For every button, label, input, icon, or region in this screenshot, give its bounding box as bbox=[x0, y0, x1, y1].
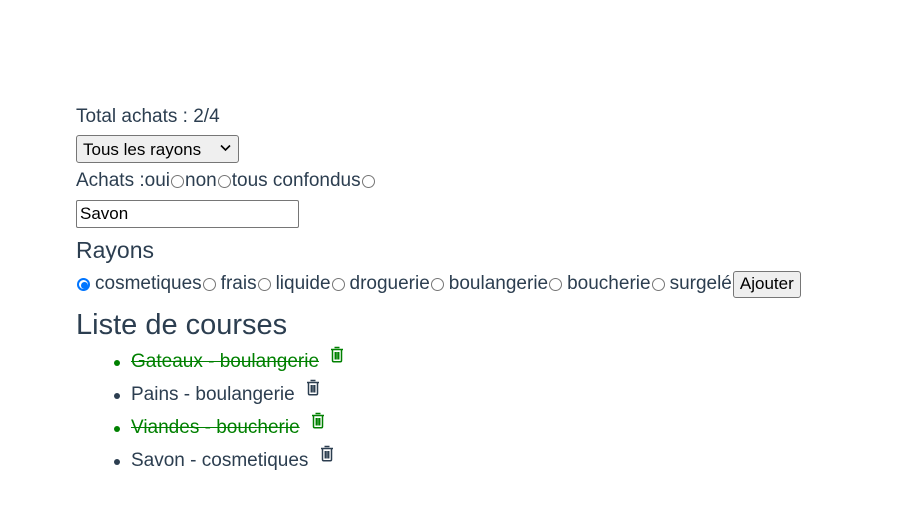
achats-option-oui-label: oui bbox=[144, 170, 171, 191]
rayon-label-boucherie: boucherie bbox=[567, 273, 651, 294]
rayon-filter-wrapper: Tous les rayons bbox=[76, 135, 239, 163]
add-item-button[interactable]: Ajouter bbox=[732, 270, 801, 298]
achats-option-non-label: non bbox=[185, 170, 217, 191]
rayon-filter-select[interactable]: Tous les rayons bbox=[76, 135, 239, 163]
list-item-text: Savon - cosmetiques bbox=[131, 450, 309, 471]
rayons-heading: Rayons bbox=[76, 237, 154, 263]
rayon-radio-frais[interactable] bbox=[202, 277, 216, 291]
app: Total achats : 2/4 Tous les rayons Achat… bbox=[76, 104, 906, 481]
list-item[interactable]: Gateaux - boulangerie bbox=[114, 346, 906, 375]
list-item-text: Gateaux - boulangerie bbox=[131, 351, 320, 372]
list-item[interactable]: Viandes - boucherie bbox=[114, 412, 906, 441]
rayon-radio-boucherie[interactable] bbox=[549, 277, 563, 291]
rayon-label-frais: frais bbox=[220, 273, 257, 294]
trash-icon[interactable] bbox=[306, 378, 320, 404]
rayon-label-surgele: surgelé bbox=[669, 273, 732, 294]
list-item[interactable]: Savon - cosmetiques bbox=[114, 445, 906, 474]
list-item-text: Viandes - boucherie bbox=[131, 417, 300, 438]
achats-radio-oui[interactable] bbox=[171, 174, 185, 188]
rayon-radio-liquide[interactable] bbox=[257, 277, 271, 291]
shopping-list: Gateaux - boulangerie Pains - boulangeri… bbox=[76, 346, 906, 474]
new-item-input[interactable] bbox=[76, 200, 299, 228]
rayon-label-cosmetiques: cosmetiques bbox=[95, 273, 202, 294]
achats-filter: Achats : oui non tous confondus bbox=[76, 168, 906, 194]
list-item[interactable]: Pains - boulangerie bbox=[114, 379, 906, 408]
rayons-radio-group: cosmetiques frais liquide droguerie boul… bbox=[76, 269, 906, 299]
trash-icon[interactable] bbox=[320, 444, 334, 470]
total-achats: Total achats : 2/4 bbox=[76, 106, 220, 127]
rayon-radio-cosmetiques[interactable] bbox=[77, 277, 90, 291]
rayon-radio-boulangerie[interactable] bbox=[430, 277, 444, 291]
trash-icon[interactable] bbox=[330, 345, 344, 371]
list-heading: Liste de courses bbox=[76, 309, 288, 341]
rayon-label-boulangerie: boulangerie bbox=[448, 273, 549, 294]
rayon-label-droguerie: droguerie bbox=[349, 273, 430, 294]
rayon-radio-surgele[interactable] bbox=[651, 277, 665, 291]
trash-icon[interactable] bbox=[311, 411, 325, 437]
achats-radio-non[interactable] bbox=[217, 174, 231, 188]
rayon-label-liquide: liquide bbox=[275, 273, 331, 294]
achats-option-tous-label: tous confondus bbox=[231, 170, 361, 191]
achats-radio-tous[interactable] bbox=[361, 174, 375, 188]
rayon-radio-droguerie[interactable] bbox=[331, 277, 345, 291]
achats-label: Achats : bbox=[76, 170, 145, 191]
list-item-text: Pains - boulangerie bbox=[131, 384, 295, 405]
